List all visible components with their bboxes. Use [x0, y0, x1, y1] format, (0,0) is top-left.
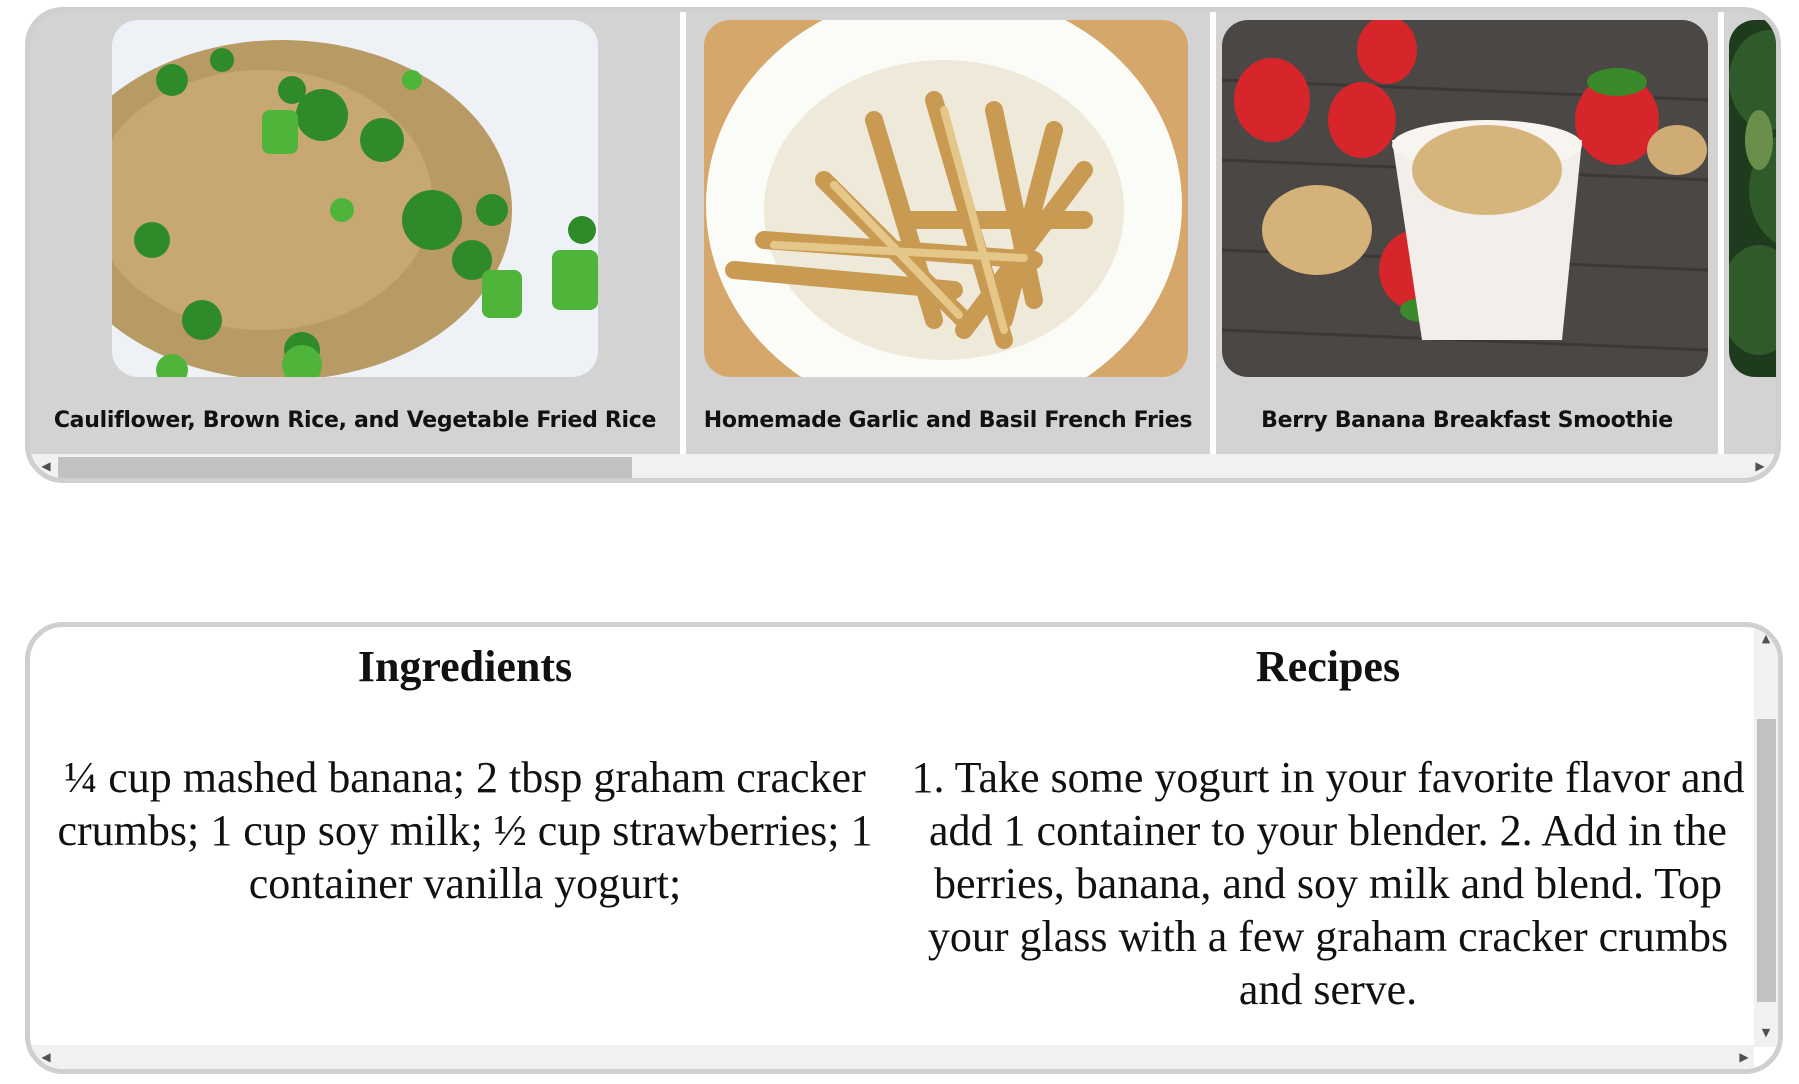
- recipe-carousel[interactable]: Cauliflower, Brown Rice, and Vegetable F…: [25, 7, 1781, 483]
- recipe-card-fried-rice[interactable]: Cauliflower, Brown Rice, and Vegetable F…: [30, 12, 680, 459]
- recipes-column: Recipes 1. Take some yogurt in your favo…: [896, 641, 1760, 1016]
- scroll-up-icon[interactable]: ▲: [1756, 627, 1776, 651]
- panel-vertical-scrollbar[interactable]: ▲ ▼: [1754, 627, 1778, 1047]
- greens-photo[interactable]: [1729, 20, 1776, 377]
- recipe-text: 1. Take some yogurt in your favorite fla…: [911, 753, 1745, 1014]
- carousel-track: Cauliflower, Brown Rice, and Vegetable F…: [30, 12, 1776, 459]
- carousel-horizontal-scrollbar[interactable]: ◀ ▶: [30, 454, 1776, 478]
- panel-horizontal-scrollbar[interactable]: ◀ ▶: [30, 1045, 1754, 1069]
- scroll-right-icon[interactable]: ▶: [1734, 1045, 1754, 1069]
- recipes-heading: Recipes: [1255, 642, 1401, 691]
- ingredients-column: Ingredients ¼ cup mashed banana; 2 tbsp …: [35, 641, 895, 910]
- fried-rice-photo[interactable]: [112, 20, 598, 377]
- recipe-card-greens[interactable]: [1718, 12, 1776, 459]
- scroll-left-icon[interactable]: ◀: [36, 454, 56, 478]
- card-caption[interactable]: Berry Banana Breakfast Smoothie: [1216, 408, 1718, 433]
- card-caption[interactable]: Homemade Garlic and Basil French Fries: [686, 408, 1210, 433]
- ingredients-heading: Ingredients: [357, 642, 573, 691]
- scroll-right-icon[interactable]: ▶: [1750, 454, 1770, 478]
- scroll-left-icon[interactable]: ◀: [36, 1045, 56, 1069]
- scrollbar-thumb[interactable]: [1757, 719, 1776, 1002]
- smoothie-photo[interactable]: [1222, 20, 1708, 377]
- recipe-card-smoothie[interactable]: Berry Banana Breakfast Smoothie: [1210, 12, 1718, 459]
- ingredients-text: ¼ cup mashed banana; 2 tbsp graham crack…: [57, 753, 873, 908]
- recipe-detail-panel[interactable]: Ingredients ¼ cup mashed banana; 2 tbsp …: [25, 622, 1783, 1074]
- recipe-card-french-fries[interactable]: Homemade Garlic and Basil French Fries: [680, 12, 1210, 459]
- french-fries-photo[interactable]: [704, 20, 1188, 377]
- card-caption[interactable]: Cauliflower, Brown Rice, and Vegetable F…: [30, 408, 680, 433]
- scroll-down-icon[interactable]: ▼: [1756, 1021, 1776, 1045]
- scrollbar-thumb[interactable]: [58, 457, 632, 478]
